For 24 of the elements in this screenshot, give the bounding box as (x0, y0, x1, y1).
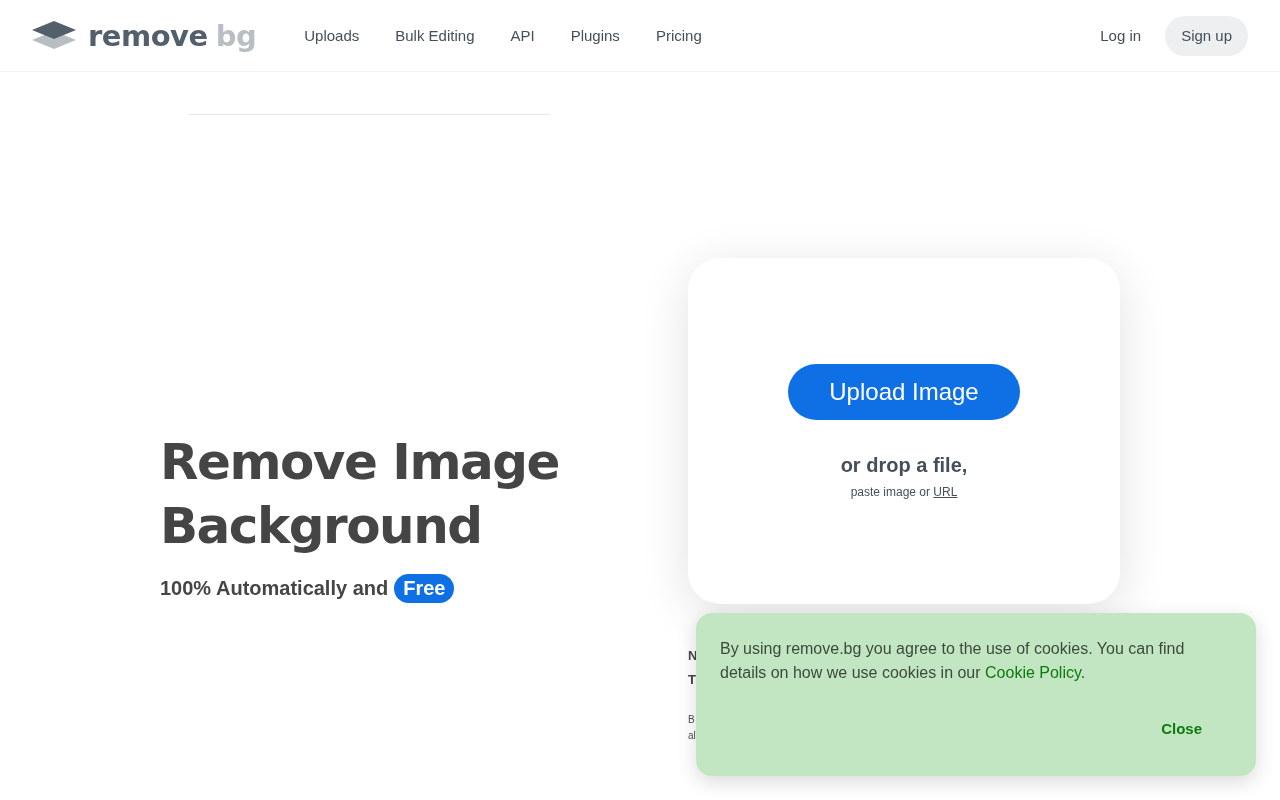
logo-wordmark[interactable]: remove bg (88, 18, 257, 53)
section-text-fragment: B (688, 713, 695, 727)
paste-hint: paste image or URL (850, 484, 958, 499)
hero-subtitle: 100% Automatically and (160, 577, 389, 600)
upload-card[interactable]: Upload Image or drop a file, paste image or URL (688, 258, 1120, 604)
close-button[interactable]: Close (1155, 719, 1208, 738)
drop-file-text: or drop a file, (840, 453, 968, 477)
cookie-notice: By using remove.bg you agree to the use of cookies. You can find details on how we use cookies in our Cookie Policy. (720, 639, 1186, 683)
signup-button[interactable]: Sign up (1165, 15, 1248, 56)
nav-link[interactable]: Uploads (304, 27, 360, 44)
nav-link[interactable]: Pricing (655, 27, 702, 44)
url-link[interactable]: URL (933, 484, 958, 499)
logo-icon[interactable] (32, 20, 76, 51)
hero-title-line: Remove Image (160, 432, 559, 493)
upload-image-button[interactable]: Upload Image (788, 363, 1020, 420)
cookie-policy-link[interactable]: Cookie Policy (985, 664, 1081, 681)
nav-link[interactable]: Plugins (570, 27, 620, 44)
hero-title-line: Background (160, 496, 482, 557)
nav-link[interactable]: Bulk Editing (395, 27, 475, 44)
section-heading-fragment: T (688, 671, 696, 689)
nav-link[interactable]: API (510, 27, 535, 44)
login-link[interactable]: Log in (1100, 27, 1142, 44)
free-badge: Free (394, 574, 455, 603)
section-text-fragment: al (688, 729, 696, 743)
